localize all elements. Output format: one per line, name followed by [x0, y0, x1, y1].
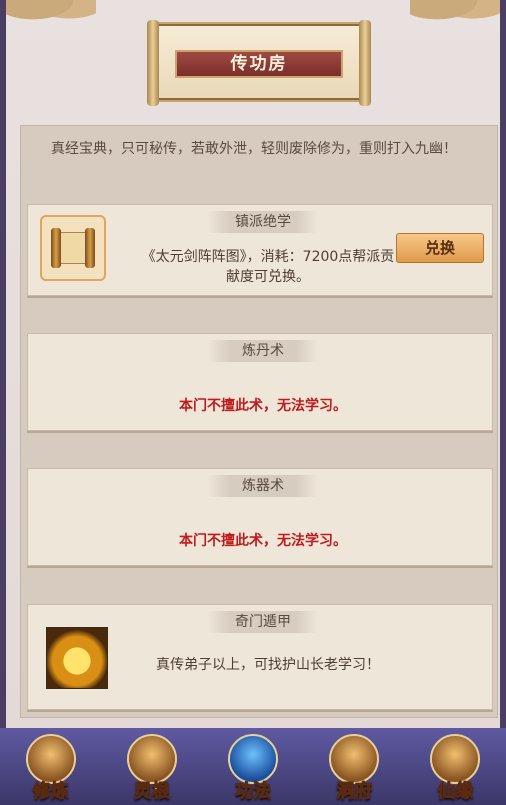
card-header: 奇门遁甲: [208, 611, 318, 633]
gold-treasure-icon[interactable]: [46, 627, 108, 689]
card-alchemy: 炼丹术 本门不擅此术，无法学习。: [27, 333, 493, 431]
title-banner: 传功房: [147, 20, 371, 106]
card-header: 炼器术: [208, 475, 318, 497]
nav-label: 功法: [234, 781, 271, 803]
nav-item-spirit-root[interactable]: 灵根: [107, 728, 197, 803]
card-status: 本门不擅此术，无法学习。: [179, 398, 347, 414]
scroll-icon[interactable]: [40, 215, 106, 281]
card-header: 镇派绝学: [208, 211, 318, 233]
exchange-button[interactable]: 兑换: [396, 233, 484, 263]
card-status: 本门不擅此术，无法学习。: [179, 533, 347, 549]
cloud-decoration-left: [6, 0, 96, 30]
bottom-navigation: 修炼 灵根 功法 洞府 仙缘: [0, 728, 506, 805]
card-header: 炼丹术: [208, 340, 318, 362]
nav-label: 仙缘: [437, 781, 474, 803]
nav-item-cave[interactable]: 洞府: [309, 728, 399, 803]
page-title: 传功房: [175, 50, 343, 78]
card-forging: 炼器术 本门不擅此术，无法学习。: [27, 468, 493, 566]
card-sect-skill: 镇派绝学 《太元剑阵阵图》，消耗：7200点帮派贡献度可兑换。 兑换: [27, 204, 493, 296]
cloud-decoration-right: [410, 0, 500, 30]
main-panel: 真经宝典，只可秘传，若敢外泄，轻则废除修为，重则打入九幽！ 镇派绝学 《太元剑阵…: [20, 125, 498, 718]
card-description: 真传弟子以上，可找护山长老学习！: [156, 657, 380, 673]
nav-label: 修炼: [32, 781, 69, 803]
nav-label: 灵根: [133, 781, 170, 803]
card-qimen: 奇门遁甲 真传弟子以上，可找护山长老学习！: [27, 604, 493, 710]
nav-label: 洞府: [336, 781, 373, 803]
nav-item-cultivate[interactable]: 修炼: [6, 728, 96, 803]
nav-item-fate[interactable]: 仙缘: [410, 728, 500, 803]
intro-text: 真经宝典，只可秘传，若敢外泄，轻则废除修为，重则打入九幽！: [51, 141, 457, 157]
card-description: 《太元剑阵阵图》，消耗：7200点帮派贡献度可兑换。: [141, 249, 395, 285]
nav-item-techniques[interactable]: 功法: [208, 728, 298, 803]
content-frame: 传功房 真经宝典，只可秘传，若敢外泄，轻则废除修为，重则打入九幽！ 镇派绝学 《…: [0, 0, 506, 728]
